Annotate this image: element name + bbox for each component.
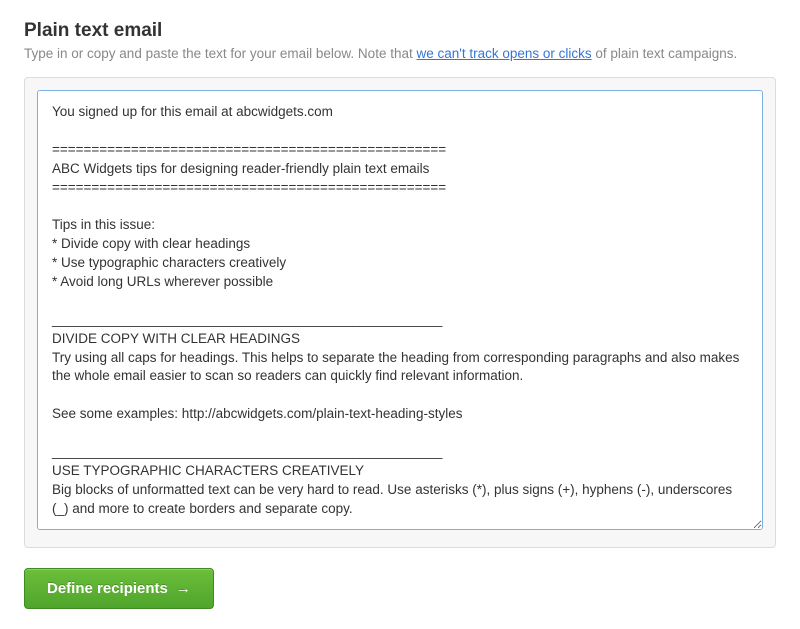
- subheading-prefix: Type in or copy and paste the text for y…: [24, 46, 416, 61]
- tracking-info-link[interactable]: we can't track opens or clicks: [416, 46, 591, 61]
- define-recipients-label: Define recipients: [47, 580, 168, 597]
- editor-panel: [24, 77, 776, 548]
- page-subheading: Type in or copy and paste the text for y…: [24, 46, 776, 61]
- page-title: Plain text email: [24, 20, 776, 42]
- arrow-right-icon: →: [176, 580, 191, 597]
- define-recipients-button[interactable]: Define recipients →: [24, 568, 214, 609]
- email-body-textarea[interactable]: [37, 90, 763, 530]
- subheading-suffix: of plain text campaigns.: [592, 46, 738, 61]
